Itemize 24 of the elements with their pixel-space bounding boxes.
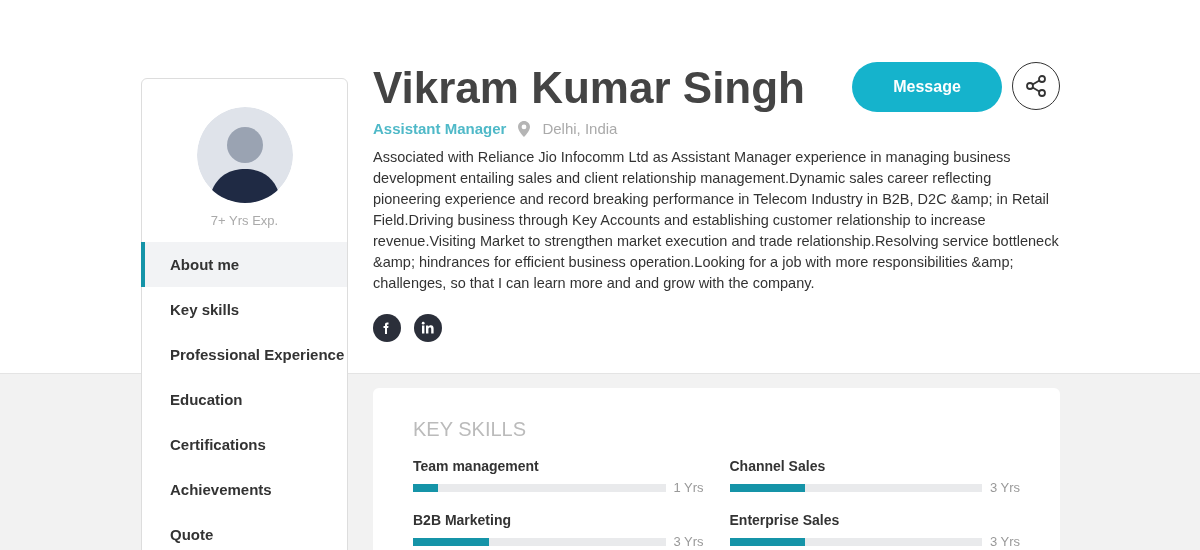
sidebar-item[interactable]: Certifications [141, 422, 347, 467]
skill-years: 3 Yrs [672, 534, 704, 549]
sidebar-item[interactable]: Key skills [141, 287, 347, 332]
experience-text: 7+ Yrs Exp. [209, 213, 280, 228]
skill-name: Channel Sales [729, 458, 827, 474]
sidebar-item[interactable]: Quote [141, 512, 347, 550]
skill-years: 3 Yrs [988, 480, 1020, 495]
share-icon [1024, 74, 1048, 98]
sidebar-item[interactable]: Professional Experience [141, 332, 347, 377]
profile-name: Vikram Kumar Singh [373, 62, 806, 114]
section-title: KEY SKILLS [413, 418, 528, 441]
avatar-silhouette-icon [196, 107, 293, 203]
skill-name: Team management [413, 458, 540, 474]
location-text: Delhi, India [542, 120, 618, 137]
skill-name: B2B Marketing [413, 512, 513, 528]
skill-years: 1 Yrs [672, 480, 704, 495]
sidebar-item[interactable]: About me [141, 242, 347, 287]
designation-text: Assistant Manager [373, 120, 507, 137]
skill-name: Enterprise Sales [729, 512, 841, 528]
sidebar-item[interactable]: Education [141, 377, 347, 422]
sidebar-item[interactable]: Achievements [141, 467, 347, 512]
profile-summary: Associated with Reliance Jio Infocomm Ltd as Assistant Manager experience in managing business development entailing sales and client relationship management.Dynamic sales career reflecting pioneering experience and record breaking performance in Telecom Industry in B2B, D2C &amp; in Retail Field.Driving business through Key Accounts and establishing customer relationship to increase revenue.Visiting Market to strengthen market execution and trade relationship.Resolving service bottleneck &amp; hindrances for efficient business operation.Looking for a job with more responsibilities &amp; challenges, so that I can learn more and and grow with the company. [373, 148, 1060, 293]
skill-years: 3 Yrs [988, 534, 1020, 549]
location-pin-icon [518, 120, 531, 137]
